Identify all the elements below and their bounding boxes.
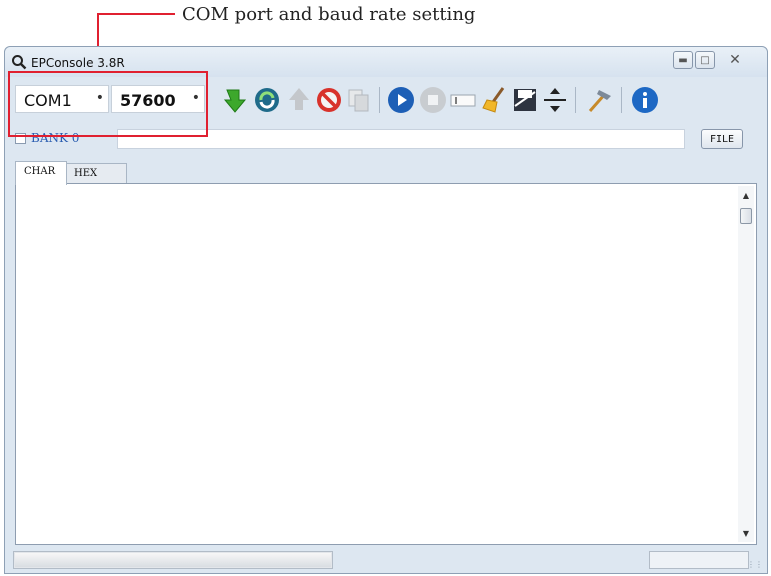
annotation-leader-horizontal: [97, 13, 175, 15]
status-bar: ⋮⋮: [5, 547, 767, 573]
vertical-scrollbar[interactable]: ▲ ▼: [738, 186, 754, 542]
scroll-thumb[interactable]: [740, 208, 752, 224]
window-title: EPConsole 3.8R: [31, 56, 125, 70]
resize-grip-icon[interactable]: ⋮⋮: [747, 560, 763, 569]
file-button[interactable]: FILE: [701, 129, 743, 149]
toolbar-separator: [575, 87, 576, 113]
tab-char[interactable]: CHAR: [15, 161, 67, 185]
copy-icon[interactable]: [345, 86, 373, 114]
magnifier-app-icon: [12, 55, 27, 70]
broom-icon[interactable]: [481, 86, 509, 114]
close-button[interactable]: ✕: [717, 51, 753, 69]
play-icon[interactable]: [387, 86, 415, 114]
status-panel: [649, 551, 749, 569]
com-baud-highlight-box: [8, 71, 208, 137]
minimize-icon: ▬: [678, 54, 688, 66]
annotation-label: COM port and baud rate setting: [182, 4, 476, 25]
console-output-area[interactable]: ▲ ▼: [15, 183, 757, 545]
tab-hex[interactable]: HEX: [65, 163, 127, 183]
toolbar-separator: [379, 87, 380, 113]
upload-icon[interactable]: [285, 86, 313, 114]
record-stop-icon[interactable]: [419, 86, 447, 114]
maximize-button[interactable]: □: [695, 51, 715, 69]
tool-icon[interactable]: [585, 86, 613, 114]
download-icon[interactable]: [221, 86, 249, 114]
scroll-up-icon[interactable]: ▲: [738, 188, 754, 202]
text-input-icon[interactable]: [449, 86, 477, 114]
minimize-button[interactable]: ▬: [673, 51, 693, 69]
close-icon: ✕: [729, 52, 741, 68]
save-icon[interactable]: [511, 86, 539, 114]
toolbar-separator: [621, 87, 622, 113]
info-icon[interactable]: [631, 86, 659, 114]
stop-icon[interactable]: [315, 86, 343, 114]
refresh-icon[interactable]: [253, 86, 281, 114]
scroll-down-icon[interactable]: ▼: [738, 526, 754, 540]
progress-bar: [13, 551, 333, 569]
maximize-icon: □: [700, 54, 710, 66]
split-icon[interactable]: [541, 86, 569, 114]
progress-fill: [15, 553, 331, 567]
